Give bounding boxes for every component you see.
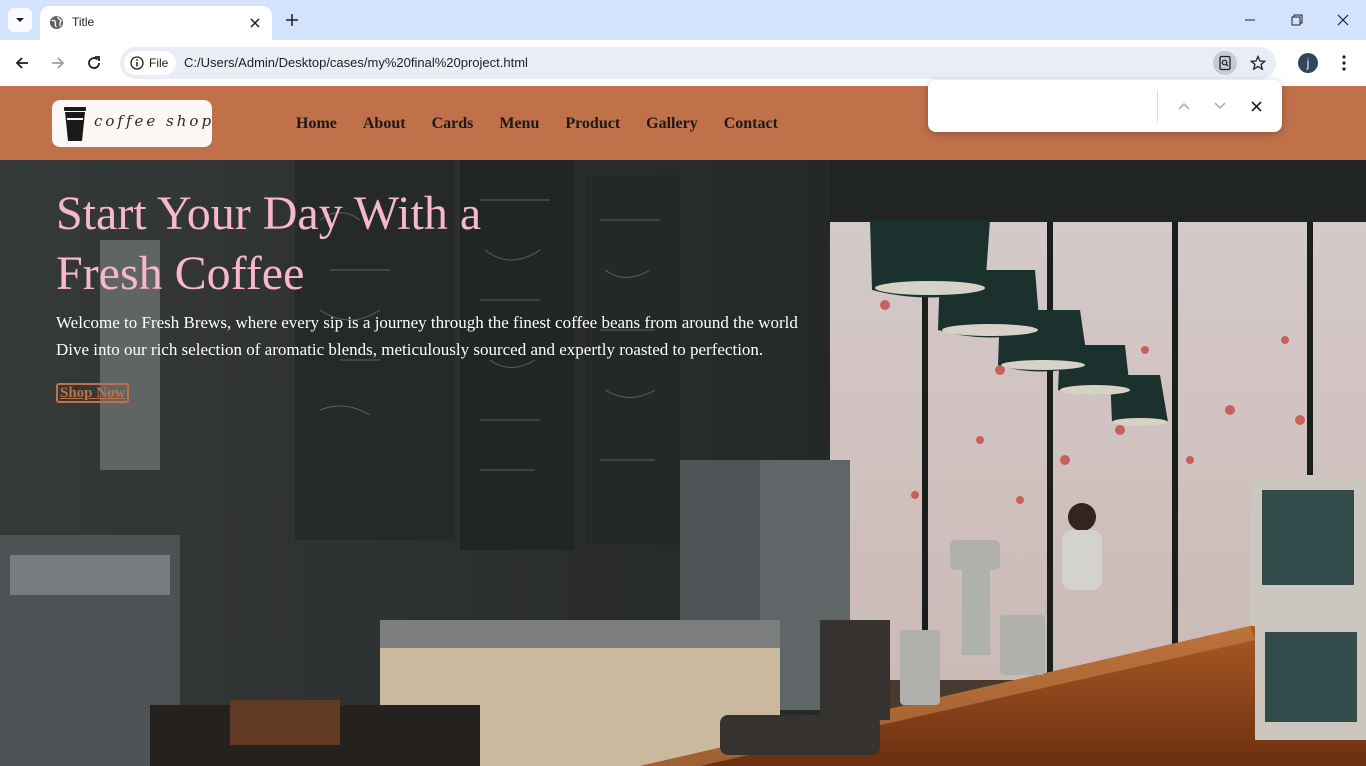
shop-now-button[interactable]: Shop Now	[56, 383, 130, 403]
minimize-icon	[1245, 19, 1255, 21]
tab-list-button[interactable]	[8, 8, 32, 32]
browser-menu-button[interactable]	[1336, 53, 1352, 73]
bookmark-button[interactable]	[1246, 51, 1270, 75]
restore-icon	[1291, 14, 1303, 26]
new-tab-button[interactable]	[282, 10, 302, 30]
tab-title: Title	[72, 15, 95, 29]
forward-button[interactable]	[46, 51, 70, 75]
site-info-label: File	[149, 56, 169, 70]
site-logo[interactable]: coffee shop	[52, 100, 212, 147]
nav-link-home[interactable]: Home	[296, 115, 337, 133]
close-icon	[250, 18, 260, 28]
site-info-chip[interactable]: File	[124, 51, 177, 75]
search-page-icon	[1219, 55, 1231, 71]
hero-title: Start Your Day With a Fresh Coffee	[56, 187, 482, 300]
browser-tab[interactable]: Title	[40, 6, 272, 40]
nav-link-product[interactable]: Product	[565, 115, 620, 133]
web-page: coffee shop Home About Cards Menu Produc…	[0, 86, 1366, 766]
close-icon	[1250, 100, 1262, 112]
hero-section: Start Your Day With a Fresh Coffee Welco…	[0, 160, 1366, 766]
close-icon	[1337, 14, 1349, 26]
nav-link-about[interactable]: About	[363, 115, 406, 133]
nav-link-cards[interactable]: Cards	[432, 115, 474, 133]
reload-icon	[88, 56, 100, 69]
hero-description: Welcome to Fresh Brews, where every sip …	[56, 309, 876, 363]
arrow-left-icon	[15, 57, 28, 69]
find-input[interactable]	[944, 94, 1158, 120]
tab-strip: Title	[0, 0, 1366, 40]
find-bar	[928, 80, 1282, 132]
more-vert-icon	[1342, 55, 1346, 71]
find-in-page-button[interactable]	[1213, 51, 1237, 75]
nav-link-gallery[interactable]: Gallery	[646, 115, 698, 133]
info-icon	[130, 56, 144, 70]
main-nav: Home About Cards Menu Product Gallery Co…	[296, 115, 778, 133]
chevron-up-icon	[1178, 102, 1190, 110]
tab-close-button[interactable]	[246, 14, 264, 32]
find-next-button[interactable]	[1210, 96, 1230, 116]
find-close-button[interactable]	[1246, 96, 1266, 116]
star-icon	[1250, 55, 1266, 71]
arrow-right-icon	[52, 57, 65, 69]
coffee-cup-icon	[64, 107, 86, 141]
restore-button[interactable]	[1287, 10, 1307, 30]
chevron-down-icon	[16, 18, 24, 22]
close-window-button[interactable]	[1333, 10, 1353, 30]
find-previous-button[interactable]	[1174, 96, 1194, 116]
logo-text: coffee shop	[94, 112, 215, 130]
url-text: C:/Users/Admin/Desktop/cases/my%20final%…	[184, 55, 528, 70]
find-divider	[1157, 90, 1158, 122]
back-button[interactable]	[10, 51, 34, 75]
reload-button[interactable]	[82, 51, 106, 75]
nav-link-contact[interactable]: Contact	[724, 115, 778, 133]
chevron-down-icon	[1214, 102, 1226, 110]
globe-icon	[49, 15, 64, 30]
hero-text-line-1: Welcome to Fresh Brews, where every sip …	[56, 313, 798, 332]
hero-text-line-2: Dive into our rich selection of aromatic…	[56, 340, 764, 359]
minimize-button[interactable]	[1240, 10, 1260, 30]
nav-link-menu[interactable]: Menu	[499, 115, 539, 133]
profile-avatar[interactable]: j	[1298, 53, 1318, 73]
plus-icon	[286, 14, 298, 26]
address-bar[interactable]: File C:/Users/Admin/Desktop/cases/my%20f…	[120, 47, 1276, 79]
